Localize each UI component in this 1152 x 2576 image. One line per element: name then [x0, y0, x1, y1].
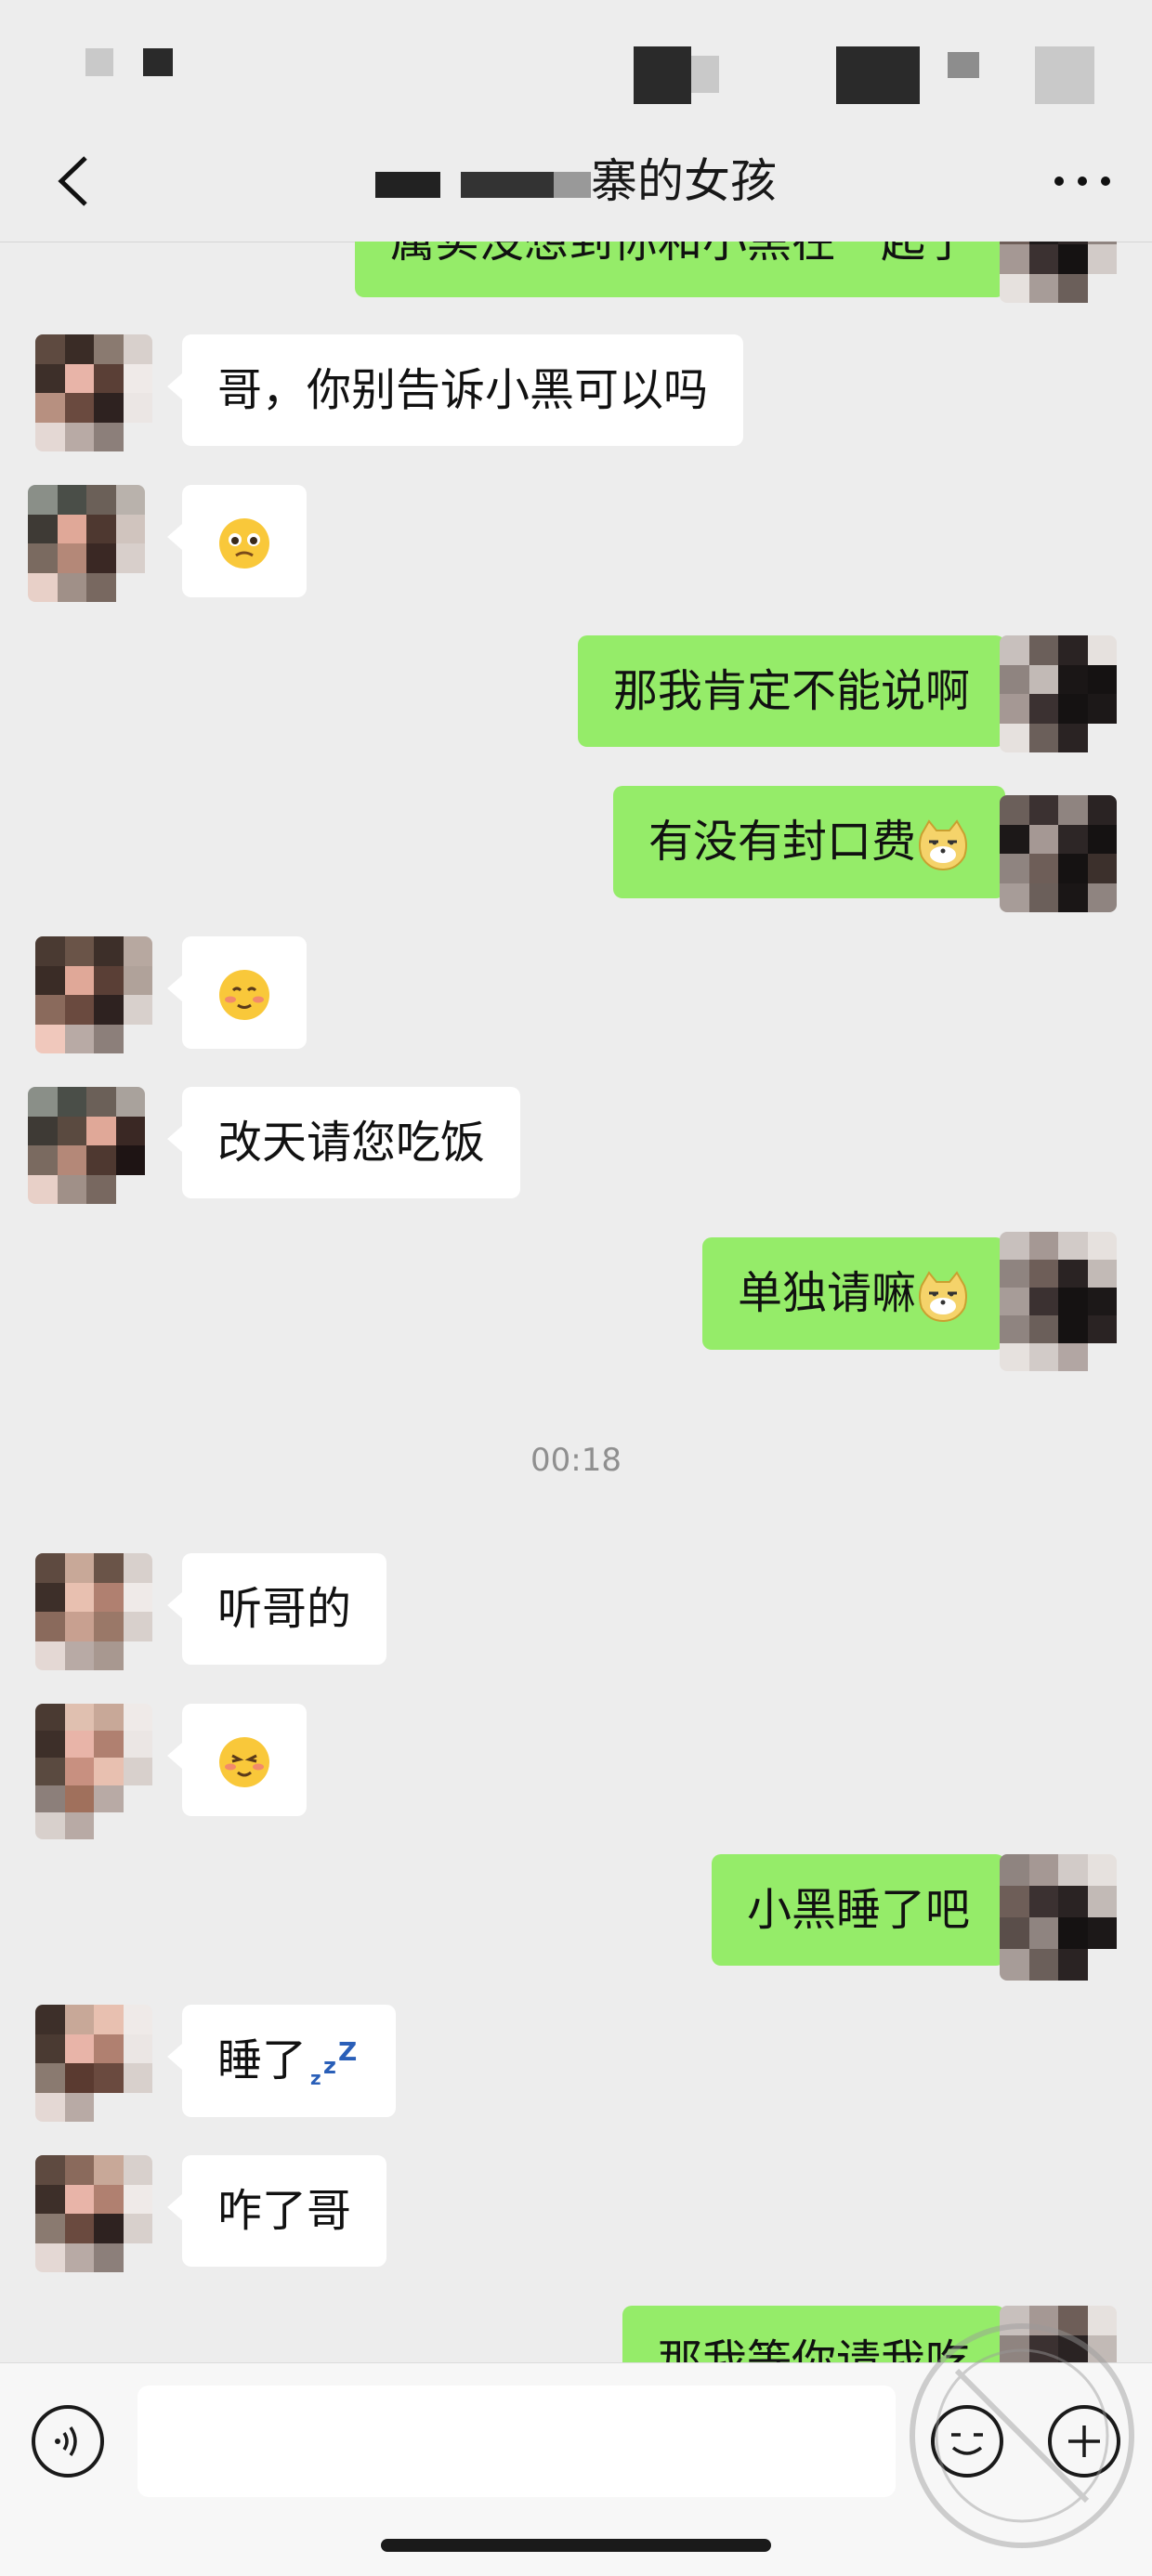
avatar-self[interactable] [1000, 1854, 1117, 1981]
status-bar [0, 0, 1152, 130]
message-text: 改天请您吃饭 [217, 1117, 486, 1169]
pleading-face-emoji [217, 517, 271, 570]
chat-title: 寨的女孩 [0, 149, 1152, 214]
avatar-contact[interactable] [28, 1087, 145, 1204]
avatar-contact[interactable] [35, 1704, 152, 1839]
message-bubble-incoming[interactable]: 哥，你别告诉小黑可以吗 [166, 334, 744, 446]
message-text: 那我肯定不能说啊 [612, 665, 970, 717]
status-pixel [836, 46, 920, 104]
redacted-name-block [375, 171, 440, 198]
redacted-name-block [461, 171, 554, 198]
watermark-stamp [910, 2323, 1134, 2548]
message-bubble-incoming[interactable] [167, 485, 307, 597]
avatar-self[interactable] [1000, 795, 1117, 912]
message-text: 哥，你别告诉小黑可以吗 [217, 364, 709, 416]
message-bubble-outgoing[interactable]: 属实没想到你和小黑在一起了 [354, 242, 1021, 297]
message-bubble-outgoing[interactable]: 小黑睡了吧 [711, 1854, 1021, 1966]
avatar-self[interactable] [1000, 1232, 1117, 1371]
avatar-self[interactable] [1000, 242, 1117, 303]
timestamp-divider: 00:18 [530, 1442, 622, 1479]
avatar-contact[interactable] [35, 1553, 152, 1670]
voice-icon[interactable] [32, 2405, 104, 2478]
message-bubble-incoming[interactable]: 睡了 zzZ [166, 2005, 397, 2117]
chat-header: 寨的女孩 [0, 130, 1152, 242]
avatar-contact[interactable] [35, 334, 152, 451]
status-pixel [143, 48, 173, 76]
avatar-contact[interactable] [35, 2155, 152, 2272]
svg-text:z: z [310, 2067, 321, 2089]
doge-cat-emoji [916, 817, 970, 871]
status-pixel [1035, 46, 1094, 104]
avatar-contact[interactable] [35, 2005, 152, 2122]
zzz-emoji: zzZ [307, 2036, 360, 2090]
message-text: 睡了 [217, 2034, 308, 2086]
status-pixel [691, 56, 719, 93]
message-bubble-incoming[interactable] [167, 936, 307, 1049]
svg-text:z: z [323, 2053, 336, 2079]
redacted-name-block [554, 171, 591, 198]
blushing-smile-emoji [217, 968, 271, 1022]
message-bubble-incoming[interactable] [167, 1704, 307, 1816]
message-bubble-outgoing[interactable]: 那我肯定不能说啊 [577, 635, 1021, 747]
svg-text:Z: Z [338, 2036, 357, 2067]
avatar-self[interactable] [1000, 635, 1117, 752]
avatar-contact[interactable] [28, 485, 145, 602]
message-bubble-outgoing[interactable]: 有没有封口费 [612, 786, 1021, 898]
message-input[interactable] [137, 2386, 896, 2497]
message-bubble-incoming[interactable]: 听哥的 [166, 1553, 387, 1665]
status-pixel [634, 46, 691, 104]
more-dots-icon[interactable] [1050, 167, 1115, 195]
message-list[interactable]: 属实没想到你和小黑在一起了 哥，你别告诉小黑可以吗 那我肯定不能说啊 有没有封口… [0, 242, 1152, 2362]
message-text: 属实没想到你和小黑在一起了 [389, 242, 970, 268]
chat-title-text: 寨的女孩 [591, 154, 777, 208]
message-bubble-incoming[interactable]: 咋了哥 [166, 2155, 387, 2267]
doge-cat-emoji [916, 1269, 970, 1323]
happy-closed-eyes-emoji [217, 1735, 271, 1789]
avatar-contact[interactable] [35, 936, 152, 1053]
home-indicator [381, 2539, 771, 2552]
status-pixel [85, 48, 113, 76]
message-text: 有没有封口费 [648, 816, 916, 868]
message-text: 小黑睡了吧 [746, 1884, 970, 1936]
message-text: 听哥的 [217, 1583, 352, 1635]
message-bubble-outgoing[interactable]: 单独请嘛 [701, 1237, 1021, 1350]
message-bubble-incoming[interactable]: 改天请您吃饭 [166, 1087, 521, 1198]
message-text: 单独请嘛 [737, 1267, 916, 1319]
message-text: 咋了哥 [217, 2185, 352, 2237]
status-pixel [948, 52, 979, 78]
